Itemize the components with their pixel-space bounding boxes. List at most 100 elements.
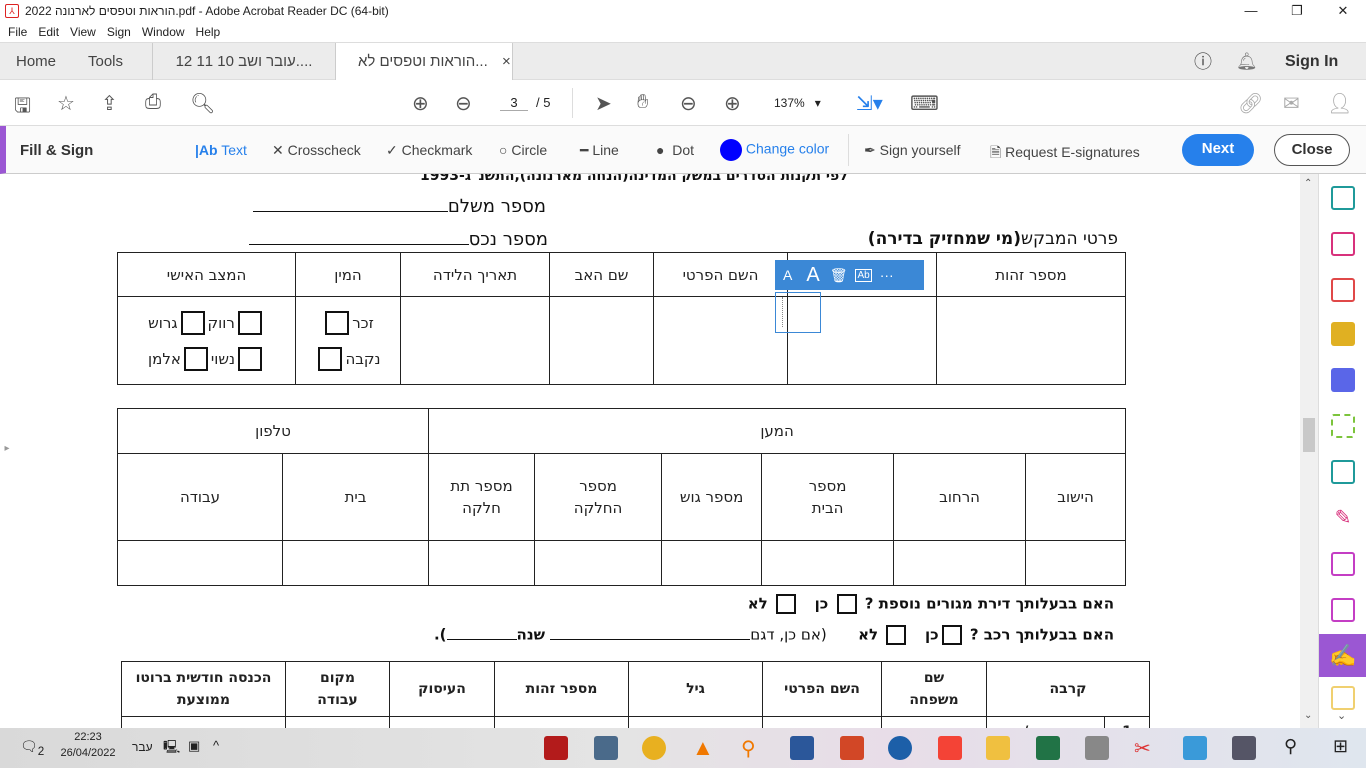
trash-icon[interactable]: 🗑︎ — [830, 267, 848, 284]
q2-yes-checkbox[interactable] — [941, 625, 962, 645]
cell-block[interactable] — [661, 540, 763, 586]
next-button[interactable]: Next — [1182, 134, 1254, 166]
create-pdf-icon[interactable] — [1331, 278, 1355, 302]
network-icon[interactable]: 🖳 — [163, 738, 180, 760]
bell-icon[interactable]: 🔔︎ — [1236, 43, 1258, 81]
cell-parcel[interactable] — [534, 540, 663, 586]
document-page[interactable]: ▸ לפי תקנות הסדרים במשק המדינה(הנחה מארנ… — [0, 174, 1300, 728]
change-color-tool[interactable]: Change color — [720, 139, 829, 161]
battery-icon[interactable]: ▣ — [188, 738, 200, 754]
compress-pdf-icon[interactable] — [1331, 460, 1355, 484]
windows-start-icon[interactable]: ⊞ — [1333, 736, 1357, 760]
cell-home-phone[interactable] — [282, 540, 430, 586]
q1-yes-checkbox[interactable] — [836, 594, 857, 614]
close-button[interactable]: Close — [1274, 134, 1350, 166]
dot-tool[interactable]: ● Dot — [656, 142, 694, 158]
cell-street[interactable] — [893, 540, 1027, 586]
comment-icon[interactable] — [1331, 322, 1355, 346]
hand-tool-icon[interactable]: ✋︎ — [637, 91, 648, 114]
tools-scroll-down-icon[interactable]: ⌄ — [1337, 709, 1346, 722]
page-number-input[interactable]: 3 — [500, 95, 528, 111]
sign-in-button[interactable]: Sign In — [1285, 43, 1338, 81]
select-cursor-icon[interactable]: ➤ — [595, 91, 612, 116]
menu-edit[interactable]: Edit — [38, 25, 59, 39]
close-window-button[interactable]: ✕ — [1320, 0, 1366, 22]
notification-icon[interactable]: 🗨︎2 — [20, 738, 44, 758]
crosscheck-tool[interactable]: ✕ Crosscheck — [272, 142, 361, 159]
file-explorer-taskbar-icon[interactable] — [986, 736, 1010, 760]
cell-city[interactable] — [1025, 540, 1127, 586]
media-player-taskbar-icon[interactable] — [1183, 736, 1207, 760]
tab-home[interactable]: Home — [16, 43, 56, 81]
word-taskbar-icon[interactable] — [790, 736, 814, 760]
email-icon[interactable]: ✉ — [1283, 91, 1300, 116]
q2-no-checkbox[interactable] — [886, 625, 907, 645]
zoom-in-icon[interactable]: ⊕ — [724, 91, 741, 116]
compare-files-icon[interactable] — [1331, 414, 1355, 438]
add-user-icon[interactable]: 👤︎ — [1327, 91, 1352, 116]
protect-icon[interactable] — [1331, 552, 1355, 576]
cell-first-name[interactable] — [653, 296, 788, 385]
show-hidden-icons[interactable]: ^ — [213, 738, 219, 753]
q1-no-checkbox[interactable] — [775, 594, 796, 614]
scroll-thumb[interactable] — [1303, 418, 1315, 452]
married-checkbox[interactable] — [237, 347, 262, 371]
fit-page-icon[interactable]: ⇲▾ — [856, 91, 883, 116]
zoom-out-icon[interactable]: ⊖ — [680, 91, 697, 116]
cell-id[interactable] — [936, 296, 1126, 385]
export-pdf-icon[interactable] — [1331, 186, 1355, 210]
menu-file[interactable]: File — [8, 25, 27, 39]
menu-window[interactable]: Window — [142, 25, 185, 39]
cell-house-number[interactable] — [761, 540, 895, 586]
link-icon[interactable]: 🔗︎ — [1238, 91, 1263, 116]
scroll-down-icon[interactable]: ⌄ — [1304, 710, 1312, 721]
menu-sign[interactable]: Sign — [107, 25, 131, 39]
widowed-checkbox[interactable] — [183, 347, 208, 371]
female-checkbox[interactable] — [318, 347, 343, 371]
more-tools-icon[interactable] — [1331, 686, 1355, 710]
cell-subparcel[interactable] — [428, 540, 536, 586]
scanner-taskbar-icon[interactable] — [1085, 736, 1109, 760]
search-icon[interactable]: 🔍︎ — [190, 91, 215, 116]
decrease-font-button[interactable]: A — [783, 267, 792, 283]
powerpoint-taskbar-icon[interactable] — [840, 736, 864, 760]
menu-view[interactable]: View — [70, 25, 96, 39]
more-options-button[interactable]: ··· — [880, 267, 894, 283]
tab-tools[interactable]: Tools — [88, 43, 123, 81]
save-icon[interactable]: 🖫 — [14, 91, 31, 125]
increase-font-button[interactable]: A — [806, 264, 819, 287]
search-app-taskbar-icon[interactable]: ⚲ — [741, 736, 765, 760]
maximize-button[interactable]: ❐ — [1274, 0, 1320, 22]
page-down-icon[interactable]: ⊖ — [455, 91, 472, 116]
text-tool[interactable]: |Ab Text — [195, 142, 247, 158]
text-annotation-box[interactable] — [775, 292, 821, 333]
camera-taskbar-icon[interactable] — [1232, 736, 1256, 760]
cell-father-name[interactable] — [549, 296, 654, 385]
single-checkbox[interactable] — [237, 311, 262, 335]
organize-pages-icon[interactable] — [1331, 232, 1355, 256]
language-indicator[interactable]: עבר — [132, 740, 153, 754]
redact-pen-icon[interactable]: ✎ — [1331, 506, 1355, 530]
checkmark-tool[interactable]: ✓ Checkmark — [386, 142, 472, 159]
zoom-select[interactable]: 137% ▾ — [774, 96, 821, 110]
clock[interactable]: 22:23 26/04/2022 — [58, 731, 118, 759]
cell-birth-date[interactable] — [400, 296, 550, 385]
calculator-taskbar-icon[interactable] — [594, 736, 618, 760]
male-checkbox[interactable] — [325, 311, 350, 335]
line-tool[interactable]: ━ Line — [580, 142, 619, 159]
left-panel-toggle[interactable]: ▸ — [0, 434, 14, 464]
chrome-taskbar-icon[interactable] — [642, 736, 666, 760]
vlc-taskbar-icon[interactable]: ▲ — [692, 736, 716, 760]
upload-cloud-icon[interactable]: ⇪ — [101, 91, 118, 116]
globe-taskbar-icon[interactable] — [888, 736, 912, 760]
tab-document-1[interactable]: עובר ושב 10 11 12.... — [152, 43, 335, 81]
request-esignatures-tool[interactable]: 🗎 Request E-signatures — [990, 142, 1140, 166]
excel-taskbar-icon[interactable] — [1036, 736, 1060, 760]
text-field-button[interactable]: Ab — [855, 268, 872, 282]
scroll-up-icon[interactable]: ⌃ — [1304, 178, 1312, 189]
fill-sign-tool-icon[interactable]: ✍ — [1319, 634, 1366, 677]
keyboard-icon[interactable]: ⌨ — [910, 91, 939, 116]
prepare-form-icon[interactable] — [1331, 598, 1355, 622]
minimize-button[interactable]: — — [1228, 0, 1274, 22]
snipping-tool-taskbar-icon[interactable]: ✂ — [1134, 736, 1158, 760]
